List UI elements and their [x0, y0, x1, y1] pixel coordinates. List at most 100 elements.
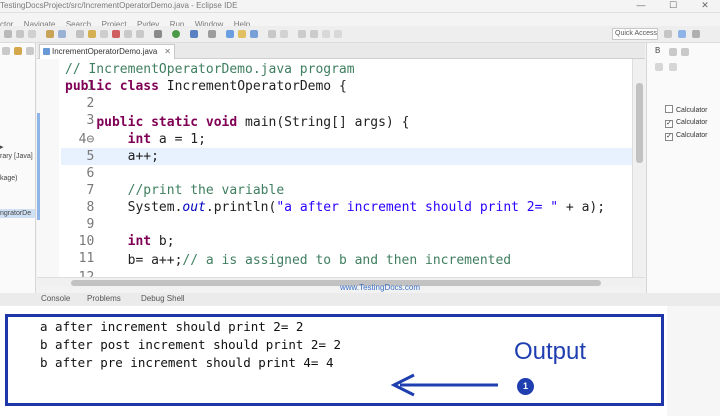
close-icon[interactable]: ✕	[164, 45, 171, 59]
code-line: 4⊖ public static void main(String[] args…	[37, 114, 645, 147]
checkbox-checked-icon[interactable]: ✓	[665, 133, 673, 141]
code-line: 9 System.out.println("a after increment …	[37, 199, 645, 232]
code-line: 7	[37, 165, 645, 198]
output-annotation-label: Output	[514, 338, 587, 365]
debug-perspective-icon[interactable]	[692, 30, 700, 38]
console-output-line: b after pre increment should print 4= 4	[40, 355, 334, 370]
main-toolbar: Quick Access	[0, 26, 720, 43]
tab-label: IncrementOperatorDemo.java	[52, 47, 158, 56]
hide-fields-icon[interactable]	[681, 48, 689, 56]
menu-bar: ctor Navigate Search Project Pydev Run W…	[0, 13, 720, 29]
code-line: 10	[37, 216, 645, 249]
outline-panel: B Calculator ✓ Calculator ✓ Calculator	[646, 43, 720, 293]
filter-icon[interactable]	[655, 63, 663, 71]
forward-icon[interactable]	[334, 30, 342, 38]
outline-item-label: Calculator	[676, 132, 708, 139]
tab-problems[interactable]: Problems	[87, 294, 121, 303]
new-java-project-icon[interactable]	[226, 30, 234, 38]
run-icon[interactable]	[172, 30, 180, 38]
code-line: 6 a++;	[37, 148, 645, 181]
maximize-button[interactable]: ☐	[662, 0, 684, 11]
java-file-icon	[43, 48, 50, 55]
coverage-icon[interactable]	[190, 30, 198, 38]
code-line: 12 b= a++;// a is assigned to b and then…	[37, 252, 645, 277]
outline-item[interactable]: Calculator	[665, 105, 708, 115]
collapse-icon[interactable]	[669, 63, 677, 71]
console-output-line: a after increment should print 2= 2	[40, 319, 304, 334]
code-line: 2 public class IncrementOperatorDemo {	[37, 78, 645, 111]
code-line: 8 //print the variable	[37, 182, 645, 215]
code-text: public static void main(String[] args) {	[96, 115, 410, 130]
new-icon[interactable]	[4, 30, 12, 38]
debug-icon[interactable]	[154, 30, 162, 38]
editor-tab-incrementoperatordemo[interactable]: IncrementOperatorDemo.java ✕	[39, 44, 175, 59]
step-over-icon[interactable]	[136, 30, 144, 38]
minimize-button[interactable]: —	[630, 0, 652, 10]
open-type-icon[interactable]	[268, 30, 276, 38]
window-title: TestingDocsProject/src/IncrementOperator…	[0, 1, 238, 10]
close-button[interactable]: ✕	[694, 0, 716, 11]
tab-debug-shell[interactable]: Debug Shell	[141, 294, 185, 303]
annotation-next-icon[interactable]	[298, 30, 306, 38]
annotation-prev-icon[interactable]	[310, 30, 318, 38]
code-text: //print the variable	[65, 183, 285, 198]
link-editor-icon[interactable]	[14, 47, 22, 55]
left-strip	[0, 293, 37, 306]
line-number: 12	[68, 269, 95, 277]
back-icon[interactable]	[322, 30, 330, 38]
library-item[interactable]: rary [Java]	[0, 153, 33, 160]
view-menu-icon[interactable]	[26, 47, 34, 55]
package-item[interactable]: kage)	[0, 175, 18, 182]
search-icon[interactable]	[280, 30, 288, 38]
code-line: 11 int b;	[37, 233, 645, 266]
code-text: int b;	[127, 234, 175, 249]
step-into-icon[interactable]	[124, 30, 132, 38]
selected-class-item[interactable]: ngratorDe	[0, 210, 31, 217]
tree-expand-icon[interactable]: ▸	[0, 143, 4, 151]
watermark: www.TestingDocs.com	[339, 283, 421, 292]
package-explorer: ▸ rary [Java] kage) ngratorDe	[0, 43, 36, 293]
outline-item[interactable]: ✓ Calculator	[665, 132, 708, 142]
sort-icon[interactable]	[669, 48, 677, 56]
open-perspective-icon[interactable]	[664, 30, 672, 38]
external-tools-icon[interactable]	[208, 30, 216, 38]
code-text: System.out.println("a after increment sh…	[65, 200, 606, 215]
package-icon[interactable]	[46, 30, 54, 38]
scrollbar-thumb[interactable]	[636, 83, 643, 163]
collapse-all-icon[interactable]	[2, 47, 10, 55]
code-text: int a = 1;	[127, 132, 206, 147]
new-class-icon[interactable]	[250, 30, 258, 38]
code-text: public class IncrementOperatorDemo {	[65, 79, 347, 94]
java-perspective-icon[interactable]	[678, 30, 686, 38]
outline-item-label: Calculator	[676, 107, 708, 114]
resume-icon[interactable]	[88, 30, 96, 38]
tab-console[interactable]: Console	[41, 294, 70, 303]
checkbox-icon[interactable]	[665, 105, 673, 113]
console-side-strip	[667, 306, 720, 416]
skip-icon[interactable]	[76, 30, 84, 38]
code-editor[interactable]: 1 // IncrementOperatorDemo.java program …	[37, 59, 645, 277]
terminal-icon[interactable]	[58, 30, 66, 38]
console-tab-bar: Console Problems Debug Shell	[37, 293, 720, 306]
suspend-icon[interactable]	[100, 30, 108, 38]
code-text: a++;	[65, 149, 159, 164]
code-line: 5 int a = 1;	[37, 131, 645, 164]
code-text: // IncrementOperatorDemo.java program	[65, 62, 355, 77]
annotation-badge: 1	[517, 378, 534, 395]
outline-tab[interactable]: B	[655, 46, 660, 55]
print-icon[interactable]	[28, 30, 36, 38]
console-output-line: b after post increment should print 2= 2	[40, 337, 342, 352]
code-line: 3	[37, 95, 645, 128]
checkbox-checked-icon[interactable]: ✓	[665, 120, 673, 128]
save-icon[interactable]	[16, 30, 24, 38]
new-package-icon[interactable]	[238, 30, 246, 38]
editor-tab-bar: IncrementOperatorDemo.java ✕	[37, 43, 645, 59]
quick-access-input[interactable]: Quick Access	[612, 28, 658, 40]
outline-item[interactable]: ✓ Calculator	[665, 119, 708, 129]
terminate-icon[interactable]	[112, 30, 120, 38]
code-line: 1 // IncrementOperatorDemo.java program	[37, 61, 645, 94]
outline-item-label: Calculator	[676, 119, 708, 126]
editor-vertical-scrollbar[interactable]	[632, 59, 645, 277]
title-bar: TestingDocsProject/src/IncrementOperator…	[0, 0, 720, 13]
arrow-left-icon	[390, 373, 498, 397]
